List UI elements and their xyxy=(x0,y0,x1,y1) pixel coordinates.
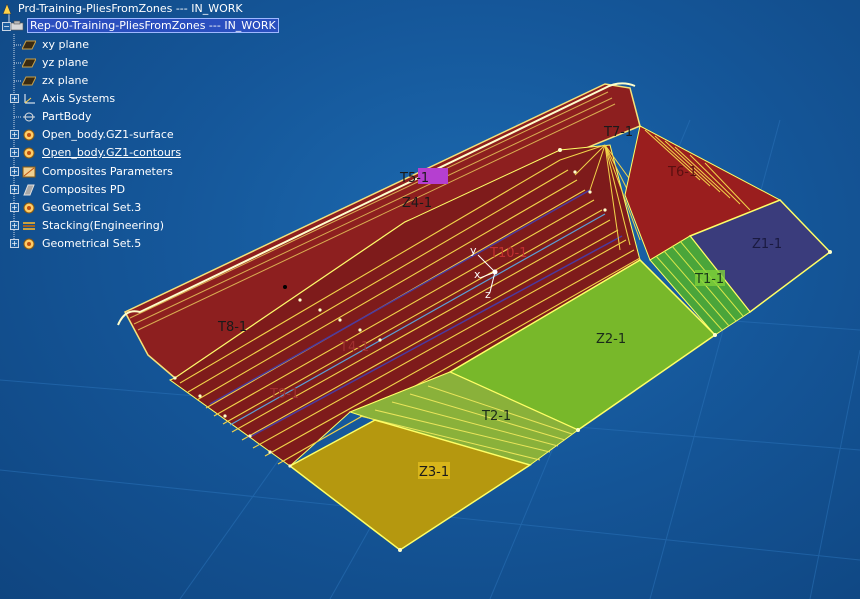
plane-icon xyxy=(21,75,37,87)
tree-item-axis-systems[interactable]: Axis Systems xyxy=(22,90,117,107)
tree-item-yz-plane[interactable]: yz plane xyxy=(21,54,90,71)
label-t2[interactable]: T2-1 xyxy=(481,409,511,424)
label-t4[interactable]: T4-1 xyxy=(339,340,369,355)
label-z2[interactable]: Z2-1 xyxy=(596,332,626,347)
expand-toggle-axis-systems[interactable]: + xyxy=(10,94,19,103)
part-icon xyxy=(10,20,24,32)
label-z4[interactable]: Z4-1 xyxy=(402,196,432,211)
expand-toggle-gz1-contours[interactable]: + xyxy=(10,148,19,157)
tree-root-label: Prd-Training-PliesFromZones --- IN_WORK xyxy=(18,2,243,15)
axis-x-label: x xyxy=(474,268,481,281)
tree-item-geometrical-set-5[interactable]: Geometrical Set.5 xyxy=(22,235,143,252)
tree-item-composites-pd[interactable]: Composites PD xyxy=(22,181,127,198)
geometrical-set-icon xyxy=(22,147,36,159)
tree-part[interactable]: Rep-00-Training-PliesFromZones --- IN_WO… xyxy=(10,17,279,34)
tree-root[interactable]: Prd-Training-PliesFromZones --- IN_WORK xyxy=(2,0,245,17)
tree-item-xy-plane[interactable]: xy plane xyxy=(21,36,91,53)
composites-pd-icon xyxy=(22,184,36,196)
tree-item-partbody[interactable]: PartBody xyxy=(22,108,93,125)
tree-item-geometrical-set-3[interactable]: Geometrical Set.3 xyxy=(22,199,143,216)
part-body-icon xyxy=(22,111,36,123)
label-t8[interactable]: T8-1 xyxy=(217,320,247,335)
label-t9[interactable]: T9-1 xyxy=(269,387,299,402)
geometrical-set-icon xyxy=(22,129,36,141)
expand-toggle-geometrical-set-3[interactable]: + xyxy=(10,203,19,212)
tree-item-gz1-contours[interactable]: Open_body.GZ1-contours xyxy=(22,144,183,161)
label-t5[interactable]: T5-1 xyxy=(399,171,429,186)
axis-system-icon xyxy=(22,93,36,105)
tree-item-stacking[interactable]: Stacking(Engineering) xyxy=(22,217,166,234)
plane-icon xyxy=(21,57,37,69)
plane-icon xyxy=(21,39,37,51)
label-z1[interactable]: Z1-1 xyxy=(752,237,782,252)
specification-tree[interactable]: Prd-Training-PliesFromZones --- IN_WORK … xyxy=(0,0,300,260)
geometrical-set-icon xyxy=(22,238,36,250)
label-t6[interactable]: T6-1 xyxy=(667,165,697,180)
expand-toggle-composites-pd[interactable]: + xyxy=(10,185,19,194)
tree-item-zx-plane[interactable]: zx plane xyxy=(21,72,90,89)
composites-parameters-icon xyxy=(22,166,36,178)
stacking-icon xyxy=(22,220,36,232)
label-t1[interactable]: T1-1 xyxy=(694,272,724,287)
expand-toggle-composites-parameters[interactable]: + xyxy=(10,167,19,176)
label-z3[interactable]: Z3-1 xyxy=(419,465,449,480)
label-t7[interactable]: T7-1 xyxy=(603,125,633,140)
expand-toggle-gz1-surface[interactable]: + xyxy=(10,130,19,139)
tree-part-label: Rep-00-Training-PliesFromZones --- IN_WO… xyxy=(27,18,279,33)
axis-z-label: z xyxy=(485,288,491,301)
tree-item-composites-parameters[interactable]: Composites Parameters xyxy=(22,163,175,180)
axis-y-label: y xyxy=(470,244,477,257)
tree-item-gz1-surface[interactable]: Open_body.GZ1-surface xyxy=(22,126,176,143)
expand-toggle-geometrical-set-5[interactable]: + xyxy=(10,239,19,248)
product-icon xyxy=(2,3,12,15)
expand-toggle-stacking[interactable]: + xyxy=(10,221,19,230)
label-t10[interactable]: T10-1 xyxy=(489,246,527,261)
geometrical-set-icon xyxy=(22,202,36,214)
